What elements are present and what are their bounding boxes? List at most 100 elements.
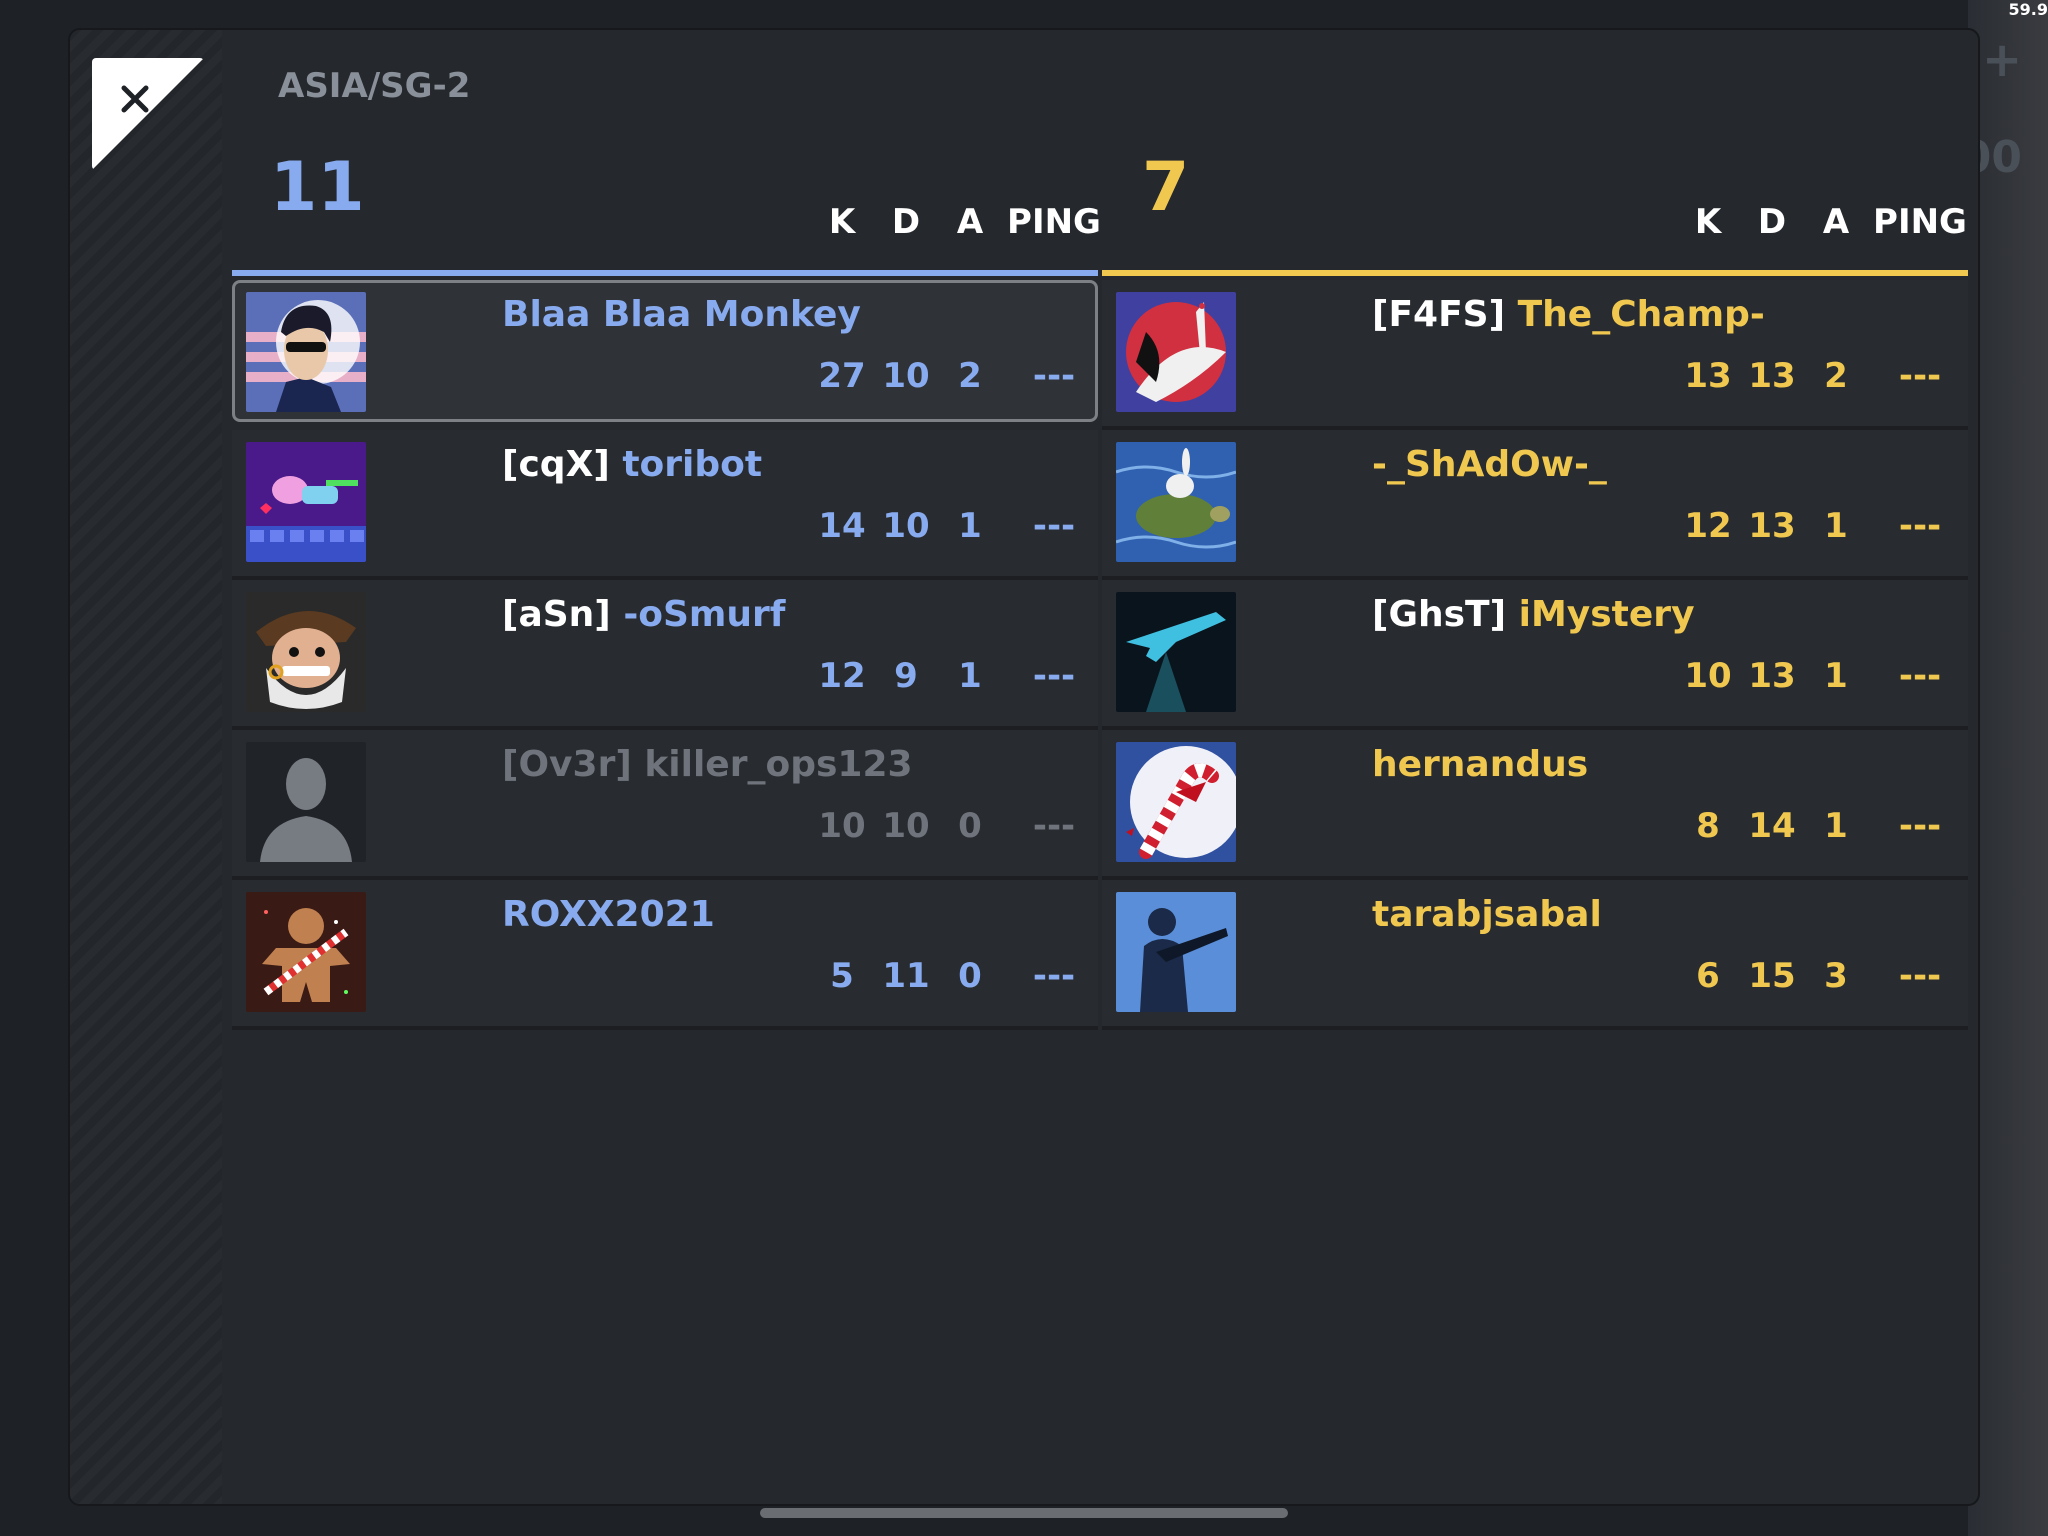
player-name: [Ov3r] killer_ops123 <box>502 744 913 785</box>
player-kills: 14 <box>818 506 866 546</box>
team-score: 11 <box>270 148 365 227</box>
player-name: [cqX] toribot <box>502 444 762 485</box>
player-nickname: killer_ops123 <box>644 744 913 785</box>
player-row[interactable]: [GhsT] iMystery 10 13 1 --- <box>1102 580 1968 730</box>
player-list: [F4FS] The_Champ- 13 13 2 --- -_ShAdOw-_… <box>1102 280 1968 1030</box>
player-kills: 10 <box>1684 656 1732 696</box>
column-ping-header: PING <box>1873 202 1967 242</box>
team-header: 11 K D A PING <box>232 148 1101 244</box>
player-name: hernandus <box>1372 744 1588 785</box>
player-ping: --- <box>1032 656 1076 696</box>
player-nickname: iMystery <box>1518 594 1695 635</box>
player-deaths: 11 <box>882 956 930 996</box>
player-assists: 1 <box>1824 506 1848 546</box>
player-assists: 2 <box>1824 356 1848 396</box>
player-row[interactable]: tarabjsabal 6 15 3 --- <box>1102 880 1968 1030</box>
player-kills: 12 <box>1684 506 1732 546</box>
team-yellow: 7 K D A PING [F4FS] The_Champ- 13 13 2 -… <box>1102 148 1968 1030</box>
column-ping-header: PING <box>1007 202 1101 242</box>
team-divider <box>232 270 1098 276</box>
player-deaths: 10 <box>882 506 930 546</box>
team-header: 7 K D A PING <box>1102 148 1968 244</box>
player-name: -_ShAdOw-_ <box>1372 444 1607 485</box>
player-ping: --- <box>1032 806 1076 846</box>
scoreboard-panel: ASIA/SG-2 11 K D A PING Blaa Blaa Monkey… <box>68 28 1980 1506</box>
player-nickname: tarabjsabal <box>1372 894 1602 935</box>
candy-cane-avatar <box>1116 742 1236 862</box>
turtle-rabbit-avatar <box>1116 442 1236 562</box>
gingerbread-avatar <box>246 892 366 1012</box>
player-ping: --- <box>1032 506 1076 546</box>
team-score: 7 <box>1142 148 1190 227</box>
player-row[interactable]: [aSn] -oSmurf 12 9 1 --- <box>232 580 1098 730</box>
player-clan-tag: [GhsT] <box>1372 594 1507 635</box>
column-assists-header: A <box>1822 202 1850 242</box>
player-assists: 2 <box>958 356 982 396</box>
pirate-avatar <box>246 592 366 712</box>
player-row[interactable]: [Ov3r] killer_ops123 10 10 0 --- <box>232 730 1098 880</box>
player-deaths: 13 <box>1748 356 1796 396</box>
player-kills: 12 <box>818 656 866 696</box>
player-clan-tag: [F4FS] <box>1372 294 1506 335</box>
player-list: Blaa Blaa Monkey 27 10 2 --- [cqX] torib… <box>232 280 1098 1030</box>
player-nickname: ROXX2021 <box>502 894 715 935</box>
player-name: ROXX2021 <box>502 894 715 935</box>
player-ping: --- <box>1898 356 1942 396</box>
server-region: ASIA/SG-2 <box>278 66 471 106</box>
player-assists: 1 <box>958 656 982 696</box>
rifle-hologram-avatar <box>1116 592 1236 712</box>
player-assists: 1 <box>958 506 982 546</box>
player-kills: 6 <box>1696 956 1720 996</box>
player-name: Blaa Blaa Monkey <box>502 294 861 335</box>
player-nickname: -oSmurf <box>623 594 786 635</box>
player-deaths: 13 <box>1748 506 1796 546</box>
player-ping: --- <box>1898 956 1942 996</box>
panel-side-stripe <box>70 30 222 1504</box>
player-assists: 0 <box>958 956 982 996</box>
crane-avatar <box>1116 292 1236 412</box>
player-deaths: 9 <box>894 656 918 696</box>
close-icon <box>121 85 149 113</box>
player-assists: 3 <box>1824 956 1848 996</box>
player-row[interactable]: hernandus 8 14 1 --- <box>1102 730 1968 880</box>
pixel-art-avatar <box>246 442 366 562</box>
player-kills: 13 <box>1684 356 1732 396</box>
player-name: tarabjsabal <box>1372 894 1602 935</box>
player-assists: 1 <box>1824 806 1848 846</box>
player-nickname: The_Champ- <box>1517 294 1765 335</box>
home-indicator[interactable] <box>760 1508 1288 1518</box>
sunglasses-man-avatar <box>246 292 366 412</box>
column-kills-header: K <box>828 202 856 242</box>
player-deaths: 14 <box>1748 806 1796 846</box>
player-ping: --- <box>1898 656 1942 696</box>
player-ping: --- <box>1032 356 1076 396</box>
player-nickname: Blaa Blaa Monkey <box>502 294 861 335</box>
default-silhouette-avatar <box>246 742 366 862</box>
player-nickname: hernandus <box>1372 744 1589 785</box>
player-kills: 10 <box>818 806 866 846</box>
player-row[interactable]: [F4FS] The_Champ- 13 13 2 --- <box>1102 280 1968 430</box>
player-deaths: 15 <box>1748 956 1796 996</box>
player-nickname: toribot <box>622 444 763 485</box>
player-clan-tag: [cqX] <box>502 444 610 485</box>
player-row[interactable]: ROXX2021 5 11 0 --- <box>232 880 1098 1030</box>
player-name: [F4FS] The_Champ- <box>1372 294 1765 335</box>
player-nickname: -_ShAdOw-_ <box>1372 444 1607 485</box>
player-kills: 8 <box>1696 806 1720 846</box>
fps-counter: 59.9 <box>2008 0 2048 19</box>
player-clan-tag: [Ov3r] <box>502 744 632 785</box>
player-row[interactable]: [cqX] toribot 14 10 1 --- <box>232 430 1098 580</box>
column-assists-header: A <box>956 202 984 242</box>
player-ping: --- <box>1898 506 1942 546</box>
player-row[interactable]: Blaa Blaa Monkey 27 10 2 --- <box>232 280 1098 422</box>
player-kills: 5 <box>830 956 854 996</box>
player-deaths: 10 <box>882 356 930 396</box>
player-clan-tag: [aSn] <box>502 594 611 635</box>
background-plus-icon: + <box>1982 32 2023 88</box>
player-row[interactable]: -_ShAdOw-_ 12 13 1 --- <box>1102 430 1968 580</box>
player-name: [aSn] -oSmurf <box>502 594 785 635</box>
player-kills: 27 <box>818 356 866 396</box>
team-blue: 11 K D A PING Blaa Blaa Monkey 27 10 2 -… <box>232 148 1101 1030</box>
team-divider <box>1102 270 1968 276</box>
column-deaths-header: D <box>891 202 921 242</box>
